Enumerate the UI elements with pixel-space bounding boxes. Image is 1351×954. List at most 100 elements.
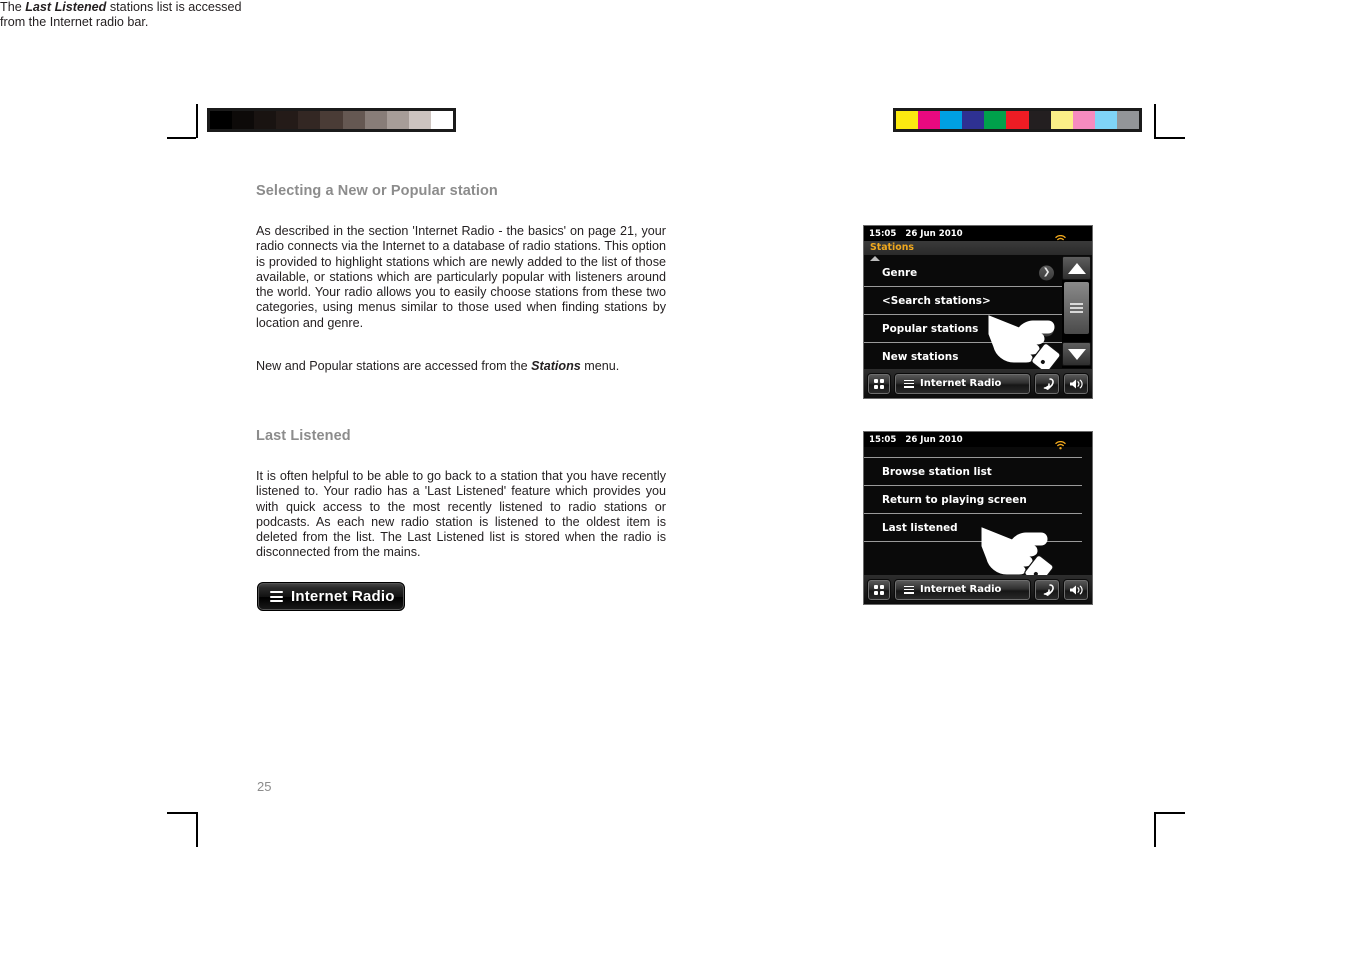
crop-mark-bottom-left-horizontal (167, 812, 196, 814)
caption-last-listened-access: The Last Listened stations list is acces… (0, 0, 242, 31)
crop-mark-bottom-left-vertical (196, 812, 198, 847)
wifi-icon (1055, 229, 1066, 244)
grid-menu-button[interactable] (867, 578, 891, 601)
device-screen-internet-radio-bar-menu: 15:05 26 Jun 2010 Browse station list Ret… (863, 431, 1093, 605)
back-arrow-icon (1043, 584, 1054, 596)
color-swatch-10 (1116, 111, 1140, 129)
menu-item-label: <Search stations> (882, 294, 991, 307)
bottom-toolbar: Internet Radio (864, 369, 1092, 398)
scroll-thumb-grip-icon (1070, 303, 1083, 305)
volume-button[interactable] (1063, 578, 1089, 601)
status-date: 26 Jun 2010 (905, 228, 963, 239)
mode-internet-radio-button[interactable]: Internet Radio (894, 578, 1031, 601)
grayscale-calibration-strip (207, 108, 456, 132)
mode-internet-radio-button[interactable]: Internet Radio (894, 372, 1031, 395)
screen-title: Stations (870, 242, 914, 253)
internet-radio-bar-label: Internet Radio (291, 588, 395, 605)
gray-swatch-7 (364, 111, 387, 129)
status-bar: 15:05 26 Jun 2010 (864, 226, 1092, 244)
hamburger-icon (904, 585, 914, 594)
bottom-toolbar: Internet Radio (864, 575, 1092, 604)
menu-item-label: Last listened (882, 521, 958, 534)
status-date: 26 Jun 2010 (905, 434, 963, 445)
stations-menu-list: Genre ❯ <Search stations> Popular stations ❯… (864, 259, 1062, 371)
color-swatch-9 (1094, 111, 1117, 129)
grid-menu-icon (874, 378, 884, 389)
gray-swatch-9 (408, 111, 431, 129)
caption-bold-last-listened: Last Listened (25, 0, 107, 14)
menu-item[interactable]: New stations ❯ (864, 343, 1062, 371)
color-swatch-3 (962, 111, 985, 129)
note-prefix: New and Popular stations are accessed fr… (256, 359, 532, 373)
gray-swatch-6 (342, 111, 365, 129)
menu-item-label: Browse station list (882, 465, 992, 478)
scroll-up-button[interactable] (1062, 256, 1091, 280)
back-button[interactable] (1034, 372, 1060, 395)
scroll-down-arrow-icon (1067, 348, 1086, 360)
grid-menu-button[interactable] (867, 372, 891, 395)
volume-button[interactable] (1063, 372, 1089, 395)
color-swatch-4 (984, 111, 1007, 129)
internet-radio-bar-menu-list: Browse station list Return to playing scr… (864, 457, 1082, 542)
device-screen-stations-menu: 15:05 26 Jun 2010 Stations Genre ❯ <Search… (863, 225, 1093, 399)
note-bold-stations: Stations (531, 359, 581, 373)
gray-swatch-4 (298, 111, 321, 129)
speaker-volume-icon (1070, 379, 1083, 388)
paragraph-selecting-station: As described in the section 'Internet Ra… (256, 224, 666, 330)
gray-swatch-8 (386, 111, 409, 129)
crop-mark-top-right-vertical (1154, 104, 1156, 138)
scroll-up-arrow-icon (1067, 262, 1086, 274)
chevron-right-icon[interactable]: ❯ (1039, 265, 1054, 280)
chevron-right-icon[interactable]: ❯ (1039, 349, 1054, 364)
scroll-thumb[interactable] (1064, 282, 1089, 334)
menu-item-label: Genre (882, 266, 918, 279)
crop-mark-top-left-horizontal (167, 137, 196, 139)
hamburger-icon (904, 379, 914, 388)
color-swatch-2 (940, 111, 963, 129)
gray-swatch-0 (210, 111, 233, 129)
color-calibration-strip (893, 108, 1142, 132)
menu-item[interactable]: Browse station list (864, 458, 1082, 486)
scrollbar[interactable] (1062, 256, 1091, 368)
paragraph-stations-menu-note: New and Popular stations are accessed fr… (256, 359, 666, 374)
wifi-icon (1055, 435, 1066, 450)
scroll-down-button[interactable] (1062, 342, 1091, 366)
grid-menu-icon (874, 584, 884, 595)
menu-item[interactable]: Return to playing screen (864, 486, 1082, 514)
gray-swatch-10 (430, 111, 454, 129)
back-arrow-icon (1043, 378, 1054, 390)
crop-mark-top-left-vertical (196, 104, 198, 138)
caption-prefix: The (0, 0, 26, 14)
menu-item[interactable]: Genre ❯ (864, 259, 1062, 287)
page-heading-last-listened: Last Listened (256, 428, 351, 444)
crop-mark-bottom-right-horizontal (1154, 812, 1185, 814)
menu-item[interactable]: Popular stations ❯ (864, 315, 1062, 343)
color-swatch-5 (1006, 111, 1029, 129)
paragraph-last-listened: It is often helpful to be able to go bac… (256, 469, 666, 560)
color-swatch-6 (1028, 111, 1051, 129)
screen-title-bar: Stations (864, 241, 1092, 255)
internet-radio-bar-graphic[interactable]: Internet Radio (257, 582, 405, 611)
gray-swatch-3 (276, 111, 299, 129)
menu-item[interactable]: <Search stations> (864, 287, 1062, 315)
gray-swatch-5 (320, 111, 343, 129)
speaker-volume-icon (1070, 585, 1083, 594)
menu-item-label: New stations (882, 350, 959, 363)
scroll-thumb-grip-icon (1070, 311, 1083, 313)
color-swatch-1 (918, 111, 941, 129)
color-swatch-7 (1050, 111, 1073, 129)
menu-item[interactable]: Last listened (864, 514, 1082, 542)
note-suffix: menu. (580, 359, 620, 373)
mode-label: Internet Radio (920, 378, 1002, 389)
chevron-right-icon[interactable]: ❯ (1039, 321, 1054, 336)
menu-item-label: Return to playing screen (882, 493, 1027, 506)
menu-item-label: Popular stations (882, 322, 979, 335)
color-swatch-8 (1072, 111, 1095, 129)
crop-mark-bottom-right-vertical (1154, 812, 1156, 847)
status-bar: 15:05 26 Jun 2010 (864, 432, 1092, 450)
gray-swatch-2 (254, 111, 277, 129)
status-time: 15:05 (869, 228, 897, 239)
back-button[interactable] (1034, 578, 1060, 601)
page-heading-selecting-station: Selecting a New or Popular station (256, 183, 498, 199)
scroll-thumb-grip-icon (1070, 307, 1083, 309)
